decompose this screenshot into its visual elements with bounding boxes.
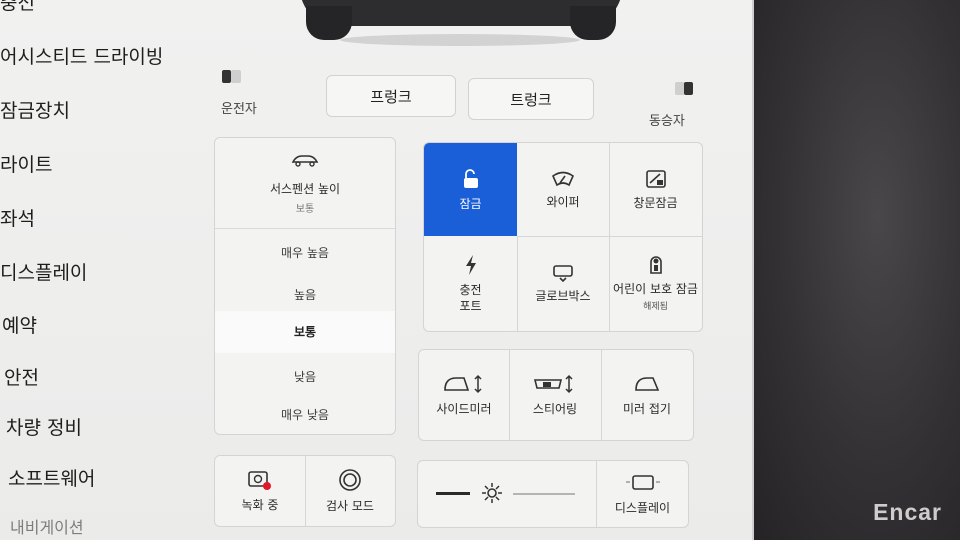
window-lock-button[interactable]: 창문잠금 [609,143,702,237]
inspection-mode-button[interactable]: 검사 모드 [305,456,395,526]
suspension-option-low[interactable]: 낮음 [215,368,395,385]
dashboard-background [754,0,960,540]
sidebar-item-label: 디스플레이 [0,262,88,284]
driver-seat-icon [222,70,241,84]
display-icon [625,474,660,490]
suspension-option-very-low[interactable]: 매우 낮음 [215,406,395,423]
sidebar-item-software[interactable]: 소프트웨어 [8,464,95,491]
inspection-mode-label: 검사 모드 [326,499,374,513]
sidebar-item-label: 예약 [2,315,37,337]
glovebox-button[interactable]: 글로브박스 [517,236,610,331]
wiper-label: 와이퍼 [546,194,580,209]
child-icon [649,255,662,274]
suspension-option-high[interactable]: 높음 [215,286,395,303]
inspection-mode-icon [339,469,361,491]
sidebar-item-schedule[interactable]: 예약 [2,311,37,338]
sidebar-item-seats[interactable]: 좌석 [0,204,35,231]
suspension-option-normal[interactable]: 보통 [215,311,395,353]
frunk-label: 프렁크 [370,87,412,106]
sidebar-item-label: 라이트 [0,154,53,176]
brightness-panel: 디스플레이 [417,460,689,528]
sidebar-item-lights[interactable]: 라이트 [0,150,52,177]
unlock-icon [463,168,478,188]
fold-mirrors-label: 미러 접기 [623,402,671,416]
mirror-fold-icon [635,377,660,391]
sidebar-item-label: 좌석 [0,208,35,230]
lock-label: 잠금 [459,196,482,211]
child-lock-status: 해제됨 [643,301,668,312]
glovebox-label: 글로브박스 [535,288,591,303]
steering-label: 스티어링 [532,402,578,416]
trunk-button[interactable]: 트렁크 [468,78,594,120]
suspension-title: 서스펜션 높이 [269,182,341,196]
dashcam-panel: 녹화 중 검사 모드 [214,455,396,527]
watermark: Encar [873,499,942,525]
sidebar-item-charging[interactable]: 충전 [0,0,35,15]
wiper-button[interactable]: 와이퍼 [517,143,610,237]
brightness-slider-filled[interactable] [436,492,470,495]
sidebar-item-service[interactable]: 차량 정비 [6,413,82,440]
sidebar-item-label: 차량 정비 [6,417,82,439]
display-button[interactable]: 디스플레이 [597,461,688,527]
settings-sidebar: 충전 어시스티드 드라이빙 잠금장치 라이트 좌석 디스플레이 예약 안전 차량… [0,0,200,540]
brightness-slider-track[interactable] [513,493,575,495]
sidebar-item-label: 소프트웨어 [8,468,96,490]
lightning-icon [465,254,476,275]
sidebar-item-label: 잠금장치 [0,100,70,122]
suspension-panel: 서스펜션 높이 보통 매우 높음 높음 보통 낮음 매우 낮음 [214,137,396,435]
quick-controls-grid: 잠금 와이퍼 창문잠금 충전 포트 글로브박스 어린이 보호 잠금 해제됨 [423,142,703,332]
sidebar-item-assisted-driving[interactable]: 어시스티드 드라이빙 [0,42,163,69]
child-lock-button[interactable]: 어린이 보호 잠금 해제됨 [609,236,702,331]
lock-button[interactable]: 잠금 [424,143,517,236]
dashcam-label: 녹화 중 [241,498,279,512]
dashcam-button[interactable]: 녹화 중 [215,456,306,526]
sidebar-item-locks[interactable]: 잠금장치 [0,96,70,123]
sidebar-item-label: 안전 [4,367,39,389]
trunk-label: 트렁크 [510,90,552,109]
display-label: 디스플레이 [614,500,671,515]
charge-port-label-line1: 충전 [459,282,482,297]
sidebar-item-display[interactable]: 디스플레이 [0,258,87,285]
passenger-label: 동승자 [649,114,685,129]
car-rear-image [300,0,622,54]
suspension-icon [215,152,395,171]
suspension-option-very-high[interactable]: 매우 높음 [215,244,395,261]
fold-mirrors-button[interactable]: 미러 접기 [601,350,693,440]
sidebar-item-label: 어시스티드 드라이빙 [0,46,164,68]
mirror-steering-row: 사이드미러 스티어링 미러 접기 [418,349,694,441]
window-lock-label: 창문잠금 [633,195,678,210]
wiper-icon [552,171,574,186]
brightness-icon [480,481,504,509]
touchscreen: 충전 어시스티드 드라이빙 잠금장치 라이트 좌석 디스플레이 예약 안전 차량… [0,0,754,540]
charge-port-label-line2: 포트 [459,298,482,313]
steering-adjust-icon [533,374,573,394]
passenger-seat-icon [675,82,693,96]
side-mirror-button[interactable]: 사이드미러 [419,350,510,440]
steering-button[interactable]: 스티어링 [509,350,602,440]
sidebar-item-safety[interactable]: 안전 [4,363,39,390]
glovebox-icon [553,264,573,282]
driver-label: 운전자 [221,102,257,117]
frunk-button[interactable]: 프렁크 [326,75,456,117]
child-lock-label: 어린이 보호 잠금 [613,281,698,296]
sidebar-item-label: 충전 [0,0,35,14]
dashcam-recording-icon [248,471,271,490]
side-mirror-label: 사이드미러 [436,402,492,416]
charge-port-button[interactable]: 충전 포트 [424,236,518,331]
sidebar-item-navigation[interactable]: 내비게이션 [10,514,84,538]
sidebar-item-label: 내비게이션 [10,518,84,537]
window-lock-icon [645,169,666,188]
side-mirror-adjust-icon [444,374,482,394]
suspension-current: 보통 [295,204,315,215]
